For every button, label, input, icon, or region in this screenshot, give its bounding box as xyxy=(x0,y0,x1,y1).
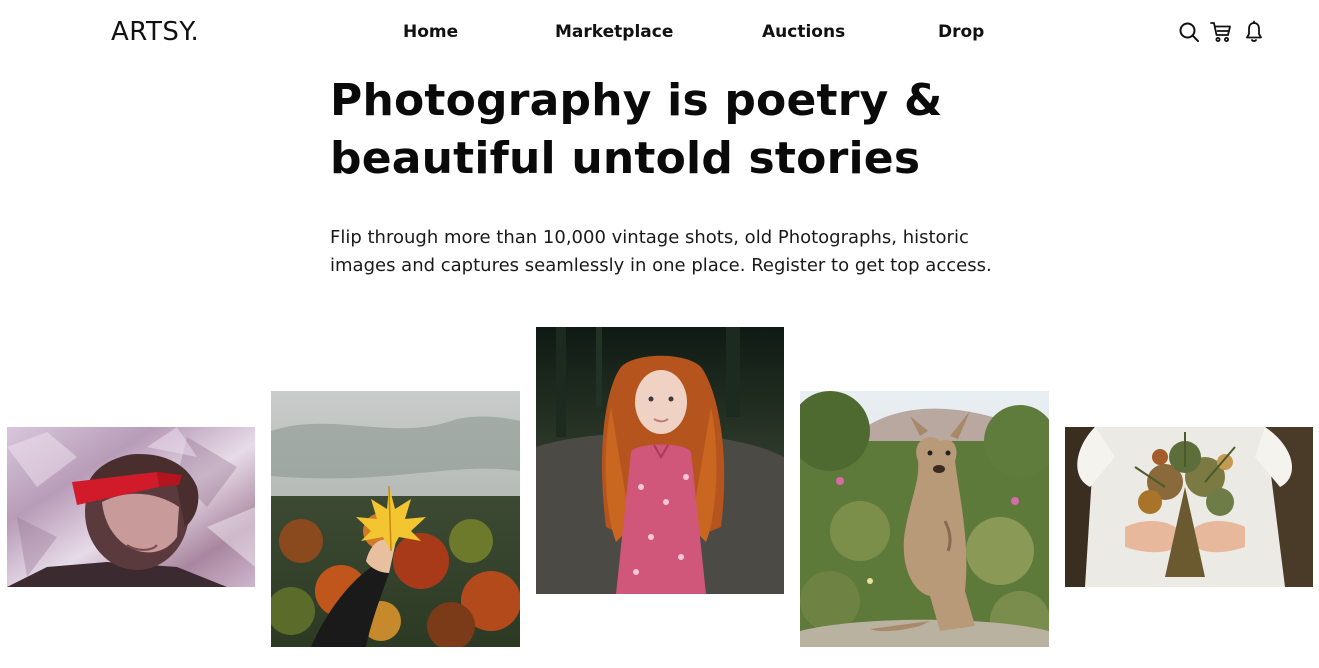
logo[interactable]: ARTSY. xyxy=(111,17,199,47)
hero-description-line-2: images and captures seamlessly in one pl… xyxy=(330,255,992,276)
hero-title: Photography is poetry & beautiful untold… xyxy=(330,72,970,188)
nav-marketplace[interactable]: Marketplace xyxy=(555,22,673,42)
gallery-photo-sunglasses[interactable] xyxy=(7,427,255,587)
gallery-photo-red-hair-girl[interactable] xyxy=(536,327,784,594)
hero-description: Flip through more than 10,000 vintage sh… xyxy=(330,224,1000,280)
bell-icon[interactable] xyxy=(1242,20,1266,44)
cart-icon[interactable] xyxy=(1209,20,1233,44)
hero-title-line-2: beautiful untold stories xyxy=(330,133,921,184)
nav-auctions[interactable]: Auctions xyxy=(762,22,845,42)
nav-drop[interactable]: Drop xyxy=(938,22,984,42)
nav-home[interactable]: Home xyxy=(403,22,458,42)
search-icon[interactable] xyxy=(1177,20,1201,44)
top-navbar: ARTSY. Home Marketplace Auctions Drop xyxy=(0,0,1319,66)
gallery-photo-bouquet[interactable] xyxy=(1065,427,1313,587)
gallery-photo-kangaroo[interactable] xyxy=(800,391,1049,647)
hero-description-line-1: Flip through more than 10,000 vintage sh… xyxy=(330,227,969,248)
hero-title-line-1: Photography is poetry & xyxy=(330,75,943,126)
gallery-photo-maple-leaf[interactable] xyxy=(271,391,520,647)
